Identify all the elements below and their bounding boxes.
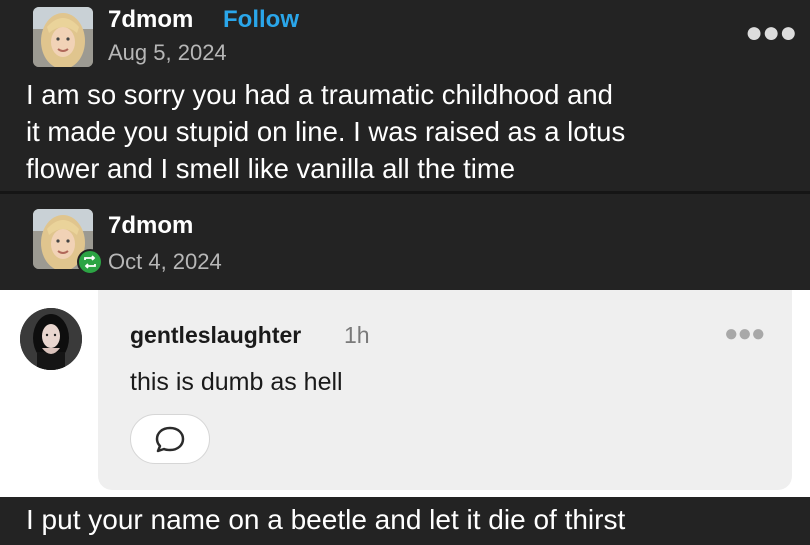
post-body-line-2: it made you stupid on line. I was raised…	[26, 116, 626, 147]
comment-time: 1h	[344, 322, 370, 348]
post-date: Aug 5, 2024	[108, 40, 227, 65]
commenter-avatar[interactable]	[20, 308, 82, 370]
comment-panel: gentleslaughter 1h ●●● this is dumb as h…	[0, 290, 810, 497]
post-body-line-3: flower and I smell like vanilla all the …	[26, 153, 516, 184]
comment-more-icon[interactable]: ●●●	[724, 320, 765, 348]
more-options-icon[interactable]: ●●●	[745, 18, 797, 48]
post-username[interactable]: 7dmom	[108, 6, 193, 34]
follow-button[interactable]: Follow	[223, 6, 299, 34]
comment-username[interactable]: gentleslaughter	[130, 322, 301, 349]
reblog-date: Oct 4, 2024	[108, 249, 222, 274]
reblog-icon	[77, 249, 103, 275]
commenter-avatar-image	[20, 308, 82, 370]
comment-text: this is dumb as hell	[130, 368, 343, 396]
reply-button[interactable]	[130, 414, 210, 464]
post-body-line-1: I am so sorry you had a traumatic childh…	[26, 79, 613, 110]
comment-card: gentleslaughter 1h ●●● this is dumb as h…	[98, 290, 792, 490]
avatar-image	[33, 7, 93, 67]
avatar[interactable]	[33, 7, 93, 67]
caption-bar: I put your name on a beetle and let it d…	[0, 497, 810, 545]
speech-bubble-icon	[155, 426, 185, 453]
caption-text: I put your name on a beetle and let it d…	[26, 504, 626, 535]
reblog-header: 7dmom Oct 4, 2024	[0, 194, 810, 290]
reblog-username[interactable]: 7dmom	[108, 212, 193, 240]
original-post: 7dmom Follow Aug 5, 2024 ●●● I am so sor…	[0, 0, 810, 190]
